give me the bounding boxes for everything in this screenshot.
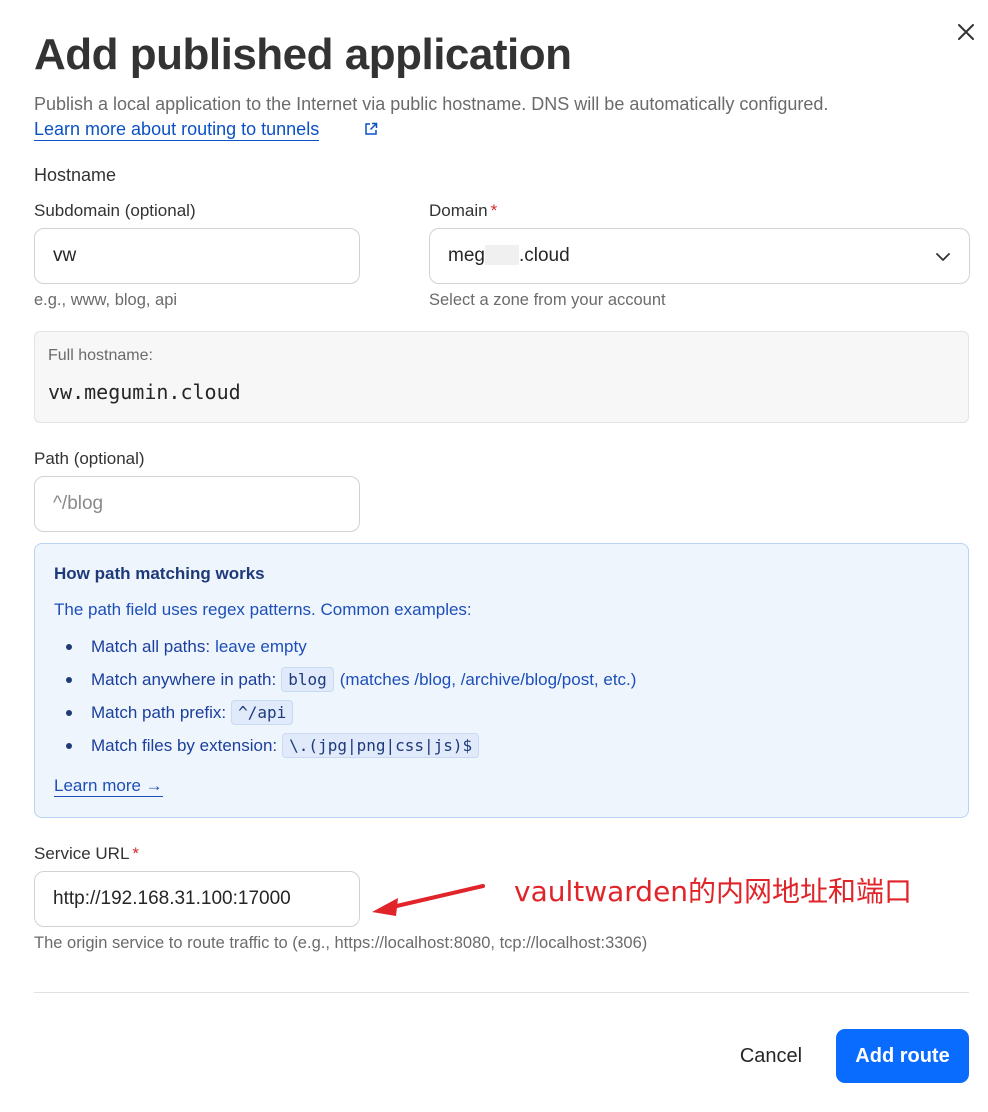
domain-hint: Select a zone from your account xyxy=(429,291,666,309)
example-code: ^/api xyxy=(231,700,294,725)
annotation-text: vaultwarden的内网地址和端口 xyxy=(514,875,913,908)
list-item: Match all paths: leave empty xyxy=(54,630,636,663)
required-mark: * xyxy=(490,201,498,220)
footer-divider xyxy=(34,992,969,993)
info-intro: The path field uses regex patterns. Comm… xyxy=(54,600,472,619)
path-matching-info-panel: How path matching works The path field u… xyxy=(34,543,969,818)
example-text: (matches /blog, /archive/blog/post, etc.… xyxy=(339,669,637,689)
path-input[interactable]: ^/blog xyxy=(34,476,360,532)
subdomain-input[interactable]: vw xyxy=(34,228,360,284)
example-label: Match path prefix: xyxy=(91,702,227,722)
path-label: Path (optional) xyxy=(34,449,145,468)
example-code: blog xyxy=(281,667,334,692)
service-url-label: Service URL * xyxy=(34,844,139,864)
domain-label: Domain * xyxy=(429,201,497,221)
redaction-mask xyxy=(484,245,519,265)
full-hostname-value: vw.megumin.cloud xyxy=(48,380,241,404)
cancel-button[interactable]: Cancel xyxy=(718,1030,824,1082)
example-label: Match all paths: xyxy=(91,636,211,656)
annotation-arrow-icon xyxy=(372,884,485,916)
add-route-button[interactable]: Add route xyxy=(836,1029,969,1083)
example-label: Match anywhere in path: xyxy=(91,669,277,689)
service-url-hint: The origin service to route traffic to (… xyxy=(34,934,648,952)
info-title: How path matching works xyxy=(54,564,265,583)
domain-label-text: Domain xyxy=(429,201,488,220)
full-hostname-panel: Full hostname: vw.megumin.cloud xyxy=(34,331,969,423)
learn-more-link[interactable]: Learn more → xyxy=(54,776,163,797)
path-placeholder: ^/blog xyxy=(53,493,104,514)
dialog-description: Publish a local application to the Inter… xyxy=(34,94,829,114)
subdomain-label: Subdomain (optional) xyxy=(34,201,196,220)
service-url-label-text: Service URL xyxy=(34,844,130,863)
domain-value-prefix: meg xyxy=(448,245,485,266)
service-url-input[interactable]: http://192.168.31.100:17000 xyxy=(34,871,360,927)
hostname-section-label: Hostname xyxy=(34,165,117,185)
domain-value-suffix: .cloud xyxy=(518,245,570,266)
service-url-value: http://192.168.31.100:17000 xyxy=(53,888,291,909)
subdomain-hint: e.g., www, blog, api xyxy=(34,291,178,309)
example-code: \.(jpg|png|css|js)$ xyxy=(282,733,480,758)
full-hostname-label: Full hostname: xyxy=(48,347,153,364)
external-link-icon xyxy=(364,122,378,136)
add-published-application-dialog: Add published application Publish a loca… xyxy=(0,0,988,1112)
close-icon[interactable] xyxy=(952,18,980,46)
dialog-title: Add published application xyxy=(34,30,572,79)
list-item: Match anywhere in path: blog (matches /b… xyxy=(54,663,636,696)
example-label: Match files by extension: xyxy=(91,735,278,755)
example-text: leave empty xyxy=(215,636,307,656)
chevron-down-icon xyxy=(935,249,951,265)
list-item: Match files by extension: \.(jpg|png|css… xyxy=(54,729,636,762)
required-mark: * xyxy=(132,844,140,863)
list-item: Match path prefix: ^/api xyxy=(54,696,636,729)
learn-more-routing-link[interactable]: Learn more about routing to tunnels xyxy=(34,118,320,141)
domain-select[interactable]: meg .cloud xyxy=(429,228,970,284)
info-example-list: Match all paths: leave empty Match anywh… xyxy=(54,630,636,762)
subdomain-value: vw xyxy=(53,245,77,266)
